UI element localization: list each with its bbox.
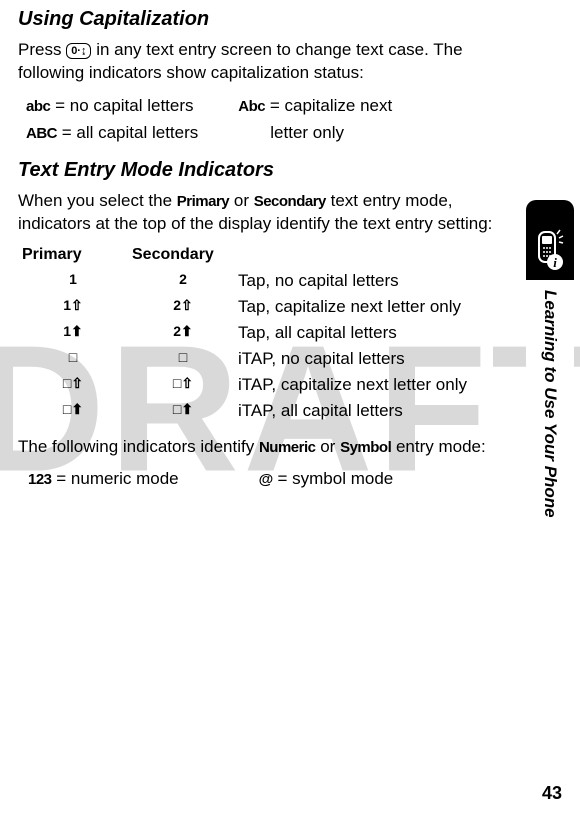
indicator-description: Tap, capitalize next letter only xyxy=(238,296,510,318)
numeric-symbol-intro: The following indicators identify Numeri… xyxy=(18,436,510,459)
indicator-table: Primary Secondary 12Tap, no capital lett… xyxy=(18,246,510,423)
symbol-mode: @ = symbol mode xyxy=(259,469,394,489)
svg-text:i: i xyxy=(553,255,557,270)
text-fragment: entry mode: xyxy=(391,437,486,456)
primary-indicator: □⬆ xyxy=(18,400,128,422)
secondary-indicator: 2⇧ xyxy=(128,296,238,318)
numeric-glyph: 123 xyxy=(28,471,52,488)
col-primary: Primary xyxy=(18,246,128,264)
secondary-indicator: □ xyxy=(128,348,238,370)
indicator-ABC: ABC = all capital letters xyxy=(26,122,198,145)
text-fragment: or xyxy=(229,191,254,210)
cap-col-right: Abc = capitalize next letter only xyxy=(238,95,392,145)
phone-info-icon: i xyxy=(533,228,567,272)
abc-glyph: abc xyxy=(26,98,50,115)
indicator-description: Tap, all capital letters xyxy=(238,322,510,344)
abc-desc: = no capital letters xyxy=(50,96,193,115)
numeric-desc: = numeric mode xyxy=(52,469,179,488)
primary-indicator: □⇧ xyxy=(18,374,128,396)
indicator-description: Tap, no capital letters xyxy=(238,270,510,292)
indicator-description: iTAP, no capital letters xyxy=(238,348,510,370)
cap-col-left: abc = no capital letters ABC = all capit… xyxy=(26,95,198,145)
Abc-desc-l2: letter only xyxy=(238,122,392,145)
text-fragment: The following indicators identify xyxy=(18,437,259,456)
table-header: Primary Secondary xyxy=(18,246,510,264)
ABC-desc: = all capital letters xyxy=(57,123,198,142)
capitalization-intro: Press 0·↨ in any text entry screen to ch… xyxy=(18,39,510,85)
page-number: 43 xyxy=(542,783,562,804)
mode-indicators: 123 = numeric mode @ = symbol mode xyxy=(18,469,510,489)
symbol-word: Symbol xyxy=(340,439,391,456)
ABC-glyph: ABC xyxy=(26,125,57,142)
numeric-word: Numeric xyxy=(259,439,316,456)
symbol-glyph: @ xyxy=(259,471,273,488)
primary-indicator: □ xyxy=(18,348,128,370)
secondary-indicator: □⇧ xyxy=(128,374,238,396)
text-fragment: When you select the xyxy=(18,191,177,210)
primary-word: Primary xyxy=(177,193,229,210)
Abc-desc-l1: = capitalize next xyxy=(265,96,392,115)
secondary-indicator: 2 xyxy=(128,270,238,292)
table-row: 12Tap, no capital letters xyxy=(18,270,510,292)
table-row: 1⇧2⇧Tap, capitalize next letter only xyxy=(18,296,510,318)
text-entry-intro: When you select the Primary or Secondary… xyxy=(18,190,510,236)
secondary-indicator: □⬆ xyxy=(128,400,238,422)
table-row: □□iTAP, no capital letters xyxy=(18,348,510,370)
text-fragment: or xyxy=(316,437,341,456)
indicator-description: iTAP, all capital letters xyxy=(238,400,510,422)
text-fragment: Press xyxy=(18,40,66,59)
table-row: □⇧□⇧iTAP, capitalize next letter only xyxy=(18,374,510,396)
symbol-desc: = symbol mode xyxy=(273,469,393,488)
indicator-abc: abc = no capital letters xyxy=(26,95,198,118)
table-row: 1⬆2⬆Tap, all capital letters xyxy=(18,322,510,344)
side-thumb-tab: i Learning to Use Your Phone xyxy=(526,200,574,700)
Abc-glyph: Abc xyxy=(238,98,265,115)
col-desc xyxy=(238,246,510,264)
secondary-word: Secondary xyxy=(254,193,326,210)
numeric-mode: 123 = numeric mode xyxy=(28,469,179,489)
heading-text-entry-indicators: Text Entry Mode Indicators xyxy=(18,159,510,182)
secondary-indicator: 2⬆ xyxy=(128,322,238,344)
tab-icon-area: i xyxy=(526,200,574,280)
indicator-Abc: Abc = capitalize next xyxy=(238,95,392,118)
indicator-description: iTAP, capitalize next letter only xyxy=(238,374,510,396)
tab-label-area: Learning to Use Your Phone xyxy=(526,280,574,700)
heading-using-capitalization: Using Capitalization xyxy=(18,8,510,31)
primary-indicator: 1⇧ xyxy=(18,296,128,318)
section-side-label: Learning to Use Your Phone xyxy=(540,290,560,518)
primary-indicator: 1⬆ xyxy=(18,322,128,344)
capitalization-indicators: abc = no capital letters ABC = all capit… xyxy=(18,95,510,145)
table-row: □⬆□⬆iTAP, all capital letters xyxy=(18,400,510,422)
col-secondary: Secondary xyxy=(128,246,238,264)
zero-key-icon: 0·↨ xyxy=(66,43,91,59)
primary-indicator: 1 xyxy=(18,270,128,292)
